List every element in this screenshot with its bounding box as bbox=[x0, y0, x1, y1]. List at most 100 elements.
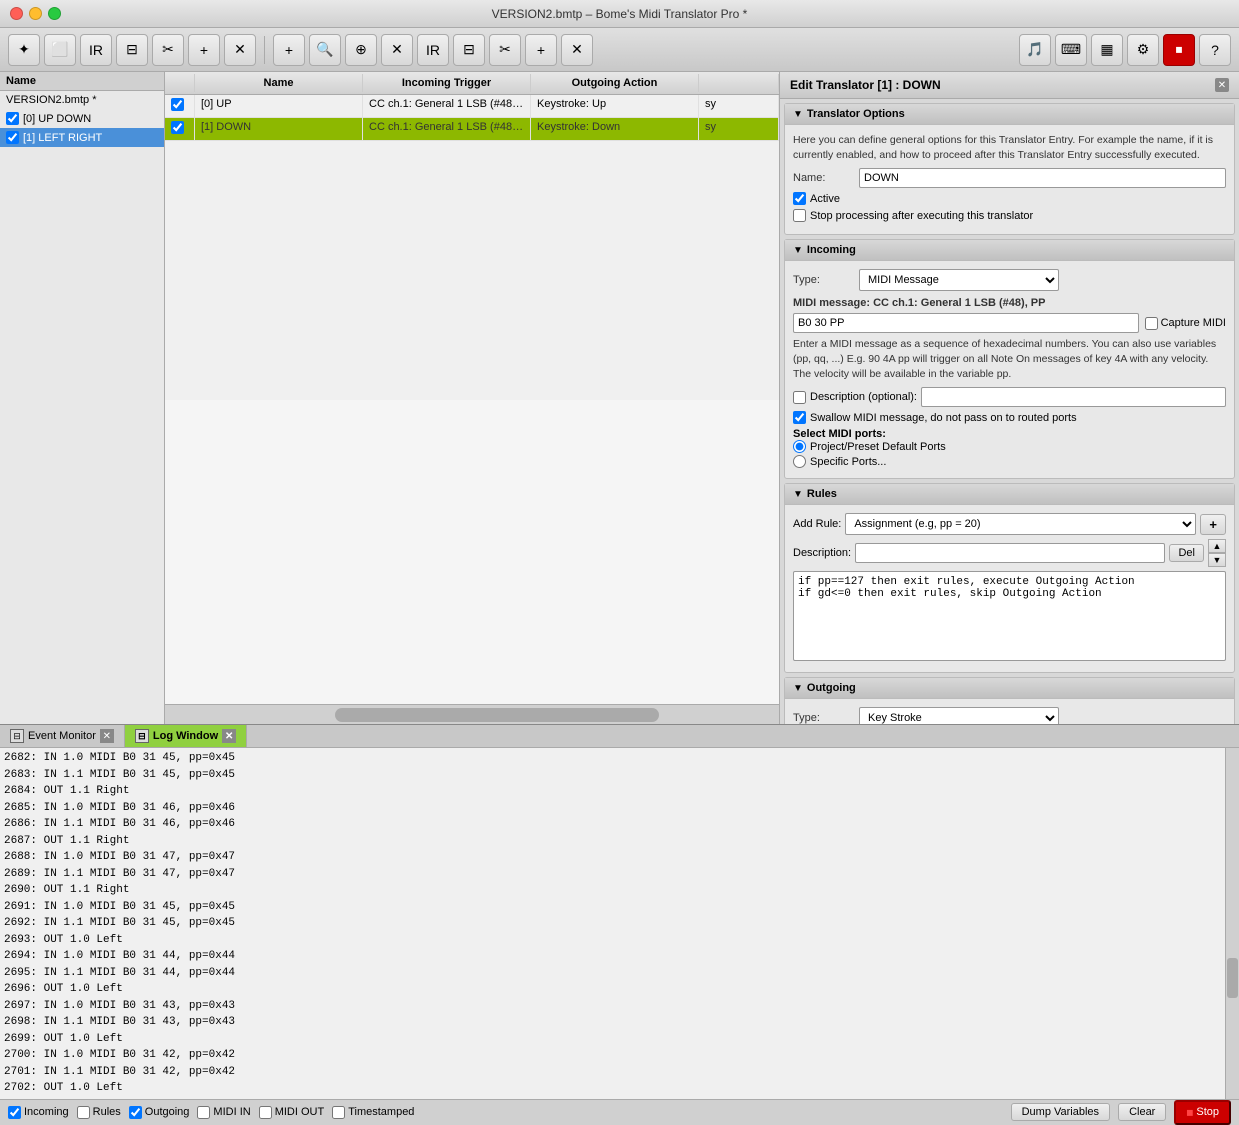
export-button[interactable]: ⊟ bbox=[116, 34, 148, 66]
ports-section: Select MIDI ports: Project/Preset Defaul… bbox=[793, 428, 1226, 468]
log-line: 2700: IN 1.0 MIDI B0 31 42, pp=0x42 bbox=[4, 1047, 1221, 1064]
add-translator-button[interactable]: + bbox=[273, 34, 305, 66]
log-line: 2689: IN 1.1 MIDI B0 31 47, pp=0x47 bbox=[4, 866, 1221, 883]
type-select[interactable]: MIDI Message bbox=[859, 269, 1059, 291]
log-content[interactable]: 2682: IN 1.0 MIDI B0 31 45, pp=0x452683:… bbox=[0, 748, 1225, 1099]
import-button[interactable]: IR bbox=[80, 34, 112, 66]
description-input[interactable] bbox=[921, 387, 1226, 407]
search-button[interactable]: 🔍 bbox=[309, 34, 341, 66]
add-button[interactable]: + bbox=[188, 34, 220, 66]
log-line: 2694: IN 1.0 MIDI B0 31 44, pp=0x44 bbox=[4, 948, 1221, 965]
delete-button[interactable]: ✕ bbox=[224, 34, 256, 66]
stop-button[interactable]: ⏹ Stop bbox=[1174, 1100, 1231, 1125]
del-rule-button[interactable]: Del bbox=[1169, 544, 1204, 562]
rules-checkbox[interactable] bbox=[77, 1106, 90, 1119]
del2-button[interactable]: ✕ bbox=[561, 34, 593, 66]
incoming-checkbox[interactable] bbox=[8, 1106, 21, 1119]
table-row-up[interactable]: [0] UP CC ch.1: General 1 LSB (#48), PP … bbox=[165, 95, 779, 118]
outgoing-body: Type: Key Stroke Key Stroke action: Pres… bbox=[785, 699, 1234, 724]
rules-header[interactable]: ▼ Rules bbox=[785, 484, 1234, 505]
name-input[interactable] bbox=[859, 168, 1226, 188]
add2-button[interactable]: + bbox=[525, 34, 557, 66]
cut-translator-button[interactable]: ✂ bbox=[489, 34, 521, 66]
log-line: 2692: IN 1.1 MIDI B0 31 45, pp=0x45 bbox=[4, 915, 1221, 932]
outgoing-title: Outgoing bbox=[807, 682, 856, 694]
scroll-thumb[interactable] bbox=[335, 708, 659, 722]
specific-ports-radio[interactable] bbox=[793, 455, 806, 468]
event-monitor-tab[interactable]: ⊟ Event Monitor ✕ bbox=[0, 725, 125, 747]
right-panel-close[interactable]: ✕ bbox=[1215, 78, 1229, 92]
capture-midi-checkbox[interactable] bbox=[1145, 317, 1158, 330]
add-rule-button[interactable]: + bbox=[1200, 514, 1226, 535]
keyboard-button[interactable]: ⌨ bbox=[1055, 34, 1087, 66]
help-button[interactable]: ? bbox=[1199, 34, 1231, 66]
main-layout: Name VERSION2.bmtp * [0] UP DOWN [1] LEF… bbox=[0, 72, 1239, 724]
duplicate-button[interactable]: ⬜ bbox=[44, 34, 76, 66]
event-monitor-icon[interactable]: ⊟ bbox=[10, 729, 24, 743]
swallow-checkbox[interactable] bbox=[793, 411, 806, 424]
col-outgoing: Outgoing Action bbox=[531, 74, 699, 92]
outgoing-type-select[interactable]: Key Stroke bbox=[859, 707, 1059, 724]
cut-button[interactable]: ✂ bbox=[152, 34, 184, 66]
sidebar-leftright-checkbox[interactable] bbox=[6, 131, 19, 144]
translator-options-desc: Here you can define general options for … bbox=[793, 133, 1226, 162]
sidebar-updown-checkbox[interactable] bbox=[6, 112, 19, 125]
sidebar-preset-label: VERSION2.bmtp * bbox=[6, 94, 96, 106]
midi-out-label: MIDI OUT bbox=[275, 1106, 325, 1118]
outgoing-section: ▼ Outgoing Type: Key Stroke Key Stroke a… bbox=[784, 677, 1235, 724]
add-rule-select[interactable]: Assignment (e.g, pp = 20) bbox=[845, 513, 1196, 535]
export-translator-button[interactable]: ⊟ bbox=[453, 34, 485, 66]
row-down-incoming: CC ch.1: General 1 LSB (#48), PP bbox=[363, 118, 531, 140]
log-line: 2688: IN 1.0 MIDI B0 31 47, pp=0x47 bbox=[4, 849, 1221, 866]
dup-translator-button[interactable]: ⊕ bbox=[345, 34, 377, 66]
dump-variables-button[interactable]: Dump Variables bbox=[1011, 1103, 1110, 1121]
add-preset-button[interactable]: ✦ bbox=[8, 34, 40, 66]
outgoing-checkbox[interactable] bbox=[129, 1106, 142, 1119]
log-line: 2696: OUT 1.0 Left bbox=[4, 981, 1221, 998]
log-scrollbar[interactable] bbox=[1225, 748, 1239, 1099]
minimize-button[interactable] bbox=[29, 7, 42, 20]
sidebar-item-updown[interactable]: [0] UP DOWN bbox=[0, 109, 164, 128]
close-button[interactable] bbox=[10, 7, 23, 20]
sidebar-item-leftright[interactable]: [1] LEFT RIGHT bbox=[0, 128, 164, 147]
log-window-tab[interactable]: ⊟ Log Window ✕ bbox=[125, 725, 247, 747]
sidebar-item-preset[interactable]: VERSION2.bmtp * bbox=[0, 91, 164, 109]
stop-processing-checkbox[interactable] bbox=[793, 209, 806, 222]
description-checkbox[interactable] bbox=[793, 391, 806, 404]
maximize-button[interactable] bbox=[48, 7, 61, 20]
titlebar: VERSION2.bmtp – Bome's Midi Translator P… bbox=[0, 0, 1239, 28]
midi-input-row: Capture MIDI bbox=[793, 313, 1226, 333]
outgoing-header[interactable]: ▼ Outgoing bbox=[785, 678, 1234, 699]
row-up-outgoing: Keystroke: Up bbox=[531, 95, 699, 117]
import-translator-button[interactable]: IR bbox=[417, 34, 449, 66]
table-header: Name Incoming Trigger Outgoing Action bbox=[165, 72, 779, 95]
sidebar-header: Name bbox=[0, 72, 164, 91]
table-row-down[interactable]: [1] DOWN CC ch.1: General 1 LSB (#48), P… bbox=[165, 118, 779, 141]
clear-log-button[interactable]: Clear bbox=[1118, 1103, 1166, 1121]
default-ports-radio[interactable] bbox=[793, 440, 806, 453]
midi-out-checkbox[interactable] bbox=[259, 1106, 272, 1119]
log-window-close[interactable]: ✕ bbox=[222, 729, 236, 743]
midi-button[interactable]: 🎵 bbox=[1019, 34, 1051, 66]
timestamped-checkbox[interactable] bbox=[332, 1106, 345, 1119]
log-window-icon[interactable]: ⊟ bbox=[135, 729, 149, 743]
rules-textarea[interactable]: if pp==127 then exit rules, execute Outg… bbox=[793, 571, 1226, 661]
rules-desc-input[interactable] bbox=[855, 543, 1165, 563]
rules-scroll-down[interactable]: ▼ bbox=[1208, 553, 1226, 567]
stop-toolbar-button[interactable]: ⏹ bbox=[1163, 34, 1195, 66]
midi-in-checkbox[interactable] bbox=[197, 1106, 210, 1119]
event-monitor-close[interactable]: ✕ bbox=[100, 729, 114, 743]
active-row: Active bbox=[793, 192, 1226, 205]
active-checkbox[interactable] bbox=[793, 192, 806, 205]
row-down-name: [1] DOWN bbox=[195, 118, 363, 140]
col-name: Name bbox=[195, 74, 363, 92]
midi-input[interactable] bbox=[793, 313, 1139, 333]
incoming-header[interactable]: ▼ Incoming bbox=[785, 240, 1234, 261]
rules-scroll-up[interactable]: ▲ bbox=[1208, 539, 1226, 553]
grid-button[interactable]: ▦ bbox=[1091, 34, 1123, 66]
horizontal-scrollbar[interactable] bbox=[165, 704, 779, 724]
del-translator-button[interactable]: ✕ bbox=[381, 34, 413, 66]
translator-options-header[interactable]: ▼ Translator Options bbox=[785, 104, 1234, 125]
settings-button[interactable]: ⚙ bbox=[1127, 34, 1159, 66]
midi-info-text: Enter a MIDI message as a sequence of he… bbox=[793, 337, 1226, 381]
